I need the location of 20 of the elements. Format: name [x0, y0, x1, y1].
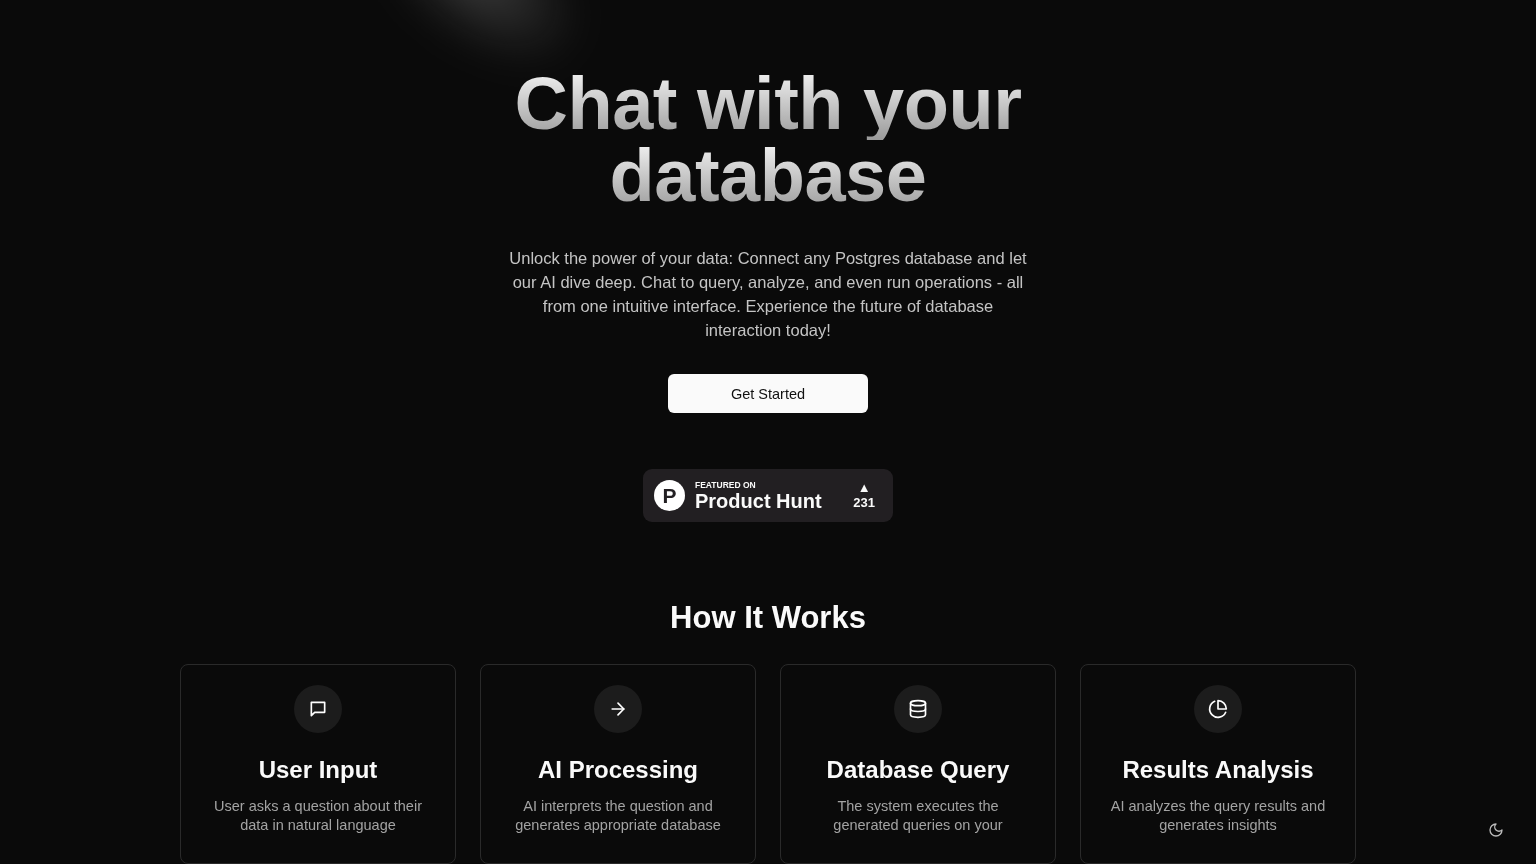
- section-heading: How It Works: [670, 600, 866, 636]
- logo-icon: P: [654, 480, 685, 512]
- vote-count: 231: [853, 494, 875, 511]
- step-title: User Input: [258, 755, 378, 785]
- step-title: Database Query: [826, 755, 1010, 785]
- badge-caption: FEATURED ON: [695, 479, 757, 490]
- pie-chart-icon: [1194, 685, 1242, 733]
- step-title: Results Analysis: [1122, 755, 1314, 785]
- chat-icon: [294, 685, 342, 733]
- hero-description: Unlock the power of your data: Connect any Postgres database and let our AI dive deep. Chat to query, analyze, and even run operations - all from one intuitive interface. Experience the future of database interaction today!: [508, 248, 1028, 341]
- step-description: AI interprets the question and generates appropriate database: [515, 797, 721, 835]
- database-icon: [894, 685, 942, 733]
- step-description: AI analyzes the query results and generates insights: [1110, 797, 1326, 835]
- get-started-button[interactable]: Get Started: [668, 374, 868, 414]
- step-title: AI Processing: [537, 755, 699, 785]
- arrow-right-icon: [594, 685, 642, 733]
- badge-title: Product Hunt: [695, 489, 823, 512]
- upvote-icon: ▲: [857, 480, 871, 495]
- step-description: The system executes the generated queries on your: [833, 797, 1003, 835]
- step-description: User asks a question about their data in natural language: [214, 797, 422, 835]
